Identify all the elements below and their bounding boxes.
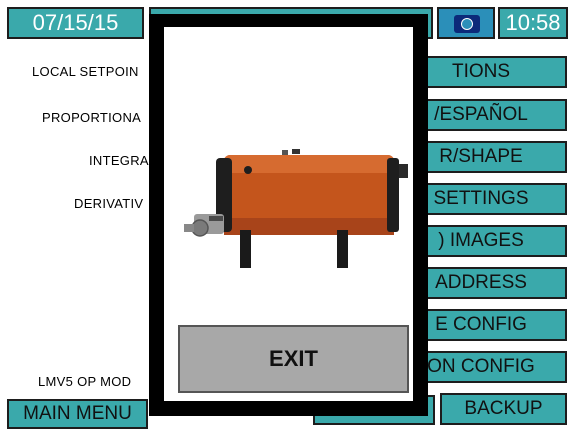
camera-icon [454, 15, 480, 33]
camera-lens [461, 18, 473, 30]
date-display: 07/15/15 [7, 7, 144, 39]
boiler-image [184, 149, 408, 268]
boiler-popup: EXIT [149, 14, 428, 416]
popup-content: EXIT [164, 27, 413, 401]
main-menu-button[interactable]: MAIN MENU [7, 399, 148, 429]
settings-screen: 07/15/15 SETTINGS 10:58 LOCAL SETPOIN PR… [0, 0, 574, 431]
time-display: 10:58 [498, 7, 568, 39]
lmv5-op-mode-label: LMV5 OP MOD [38, 374, 132, 389]
derivative-label: DERIVATIV [74, 196, 144, 211]
proportional-label: PROPORTIONA [42, 110, 142, 125]
exit-button[interactable]: EXIT [178, 325, 409, 393]
integral-label: INTEGRA [89, 153, 149, 168]
backup-button[interactable]: BACKUP [440, 393, 567, 425]
local-setpoint-label: LOCAL SETPOIN [32, 64, 139, 79]
camera-button[interactable] [437, 7, 495, 39]
